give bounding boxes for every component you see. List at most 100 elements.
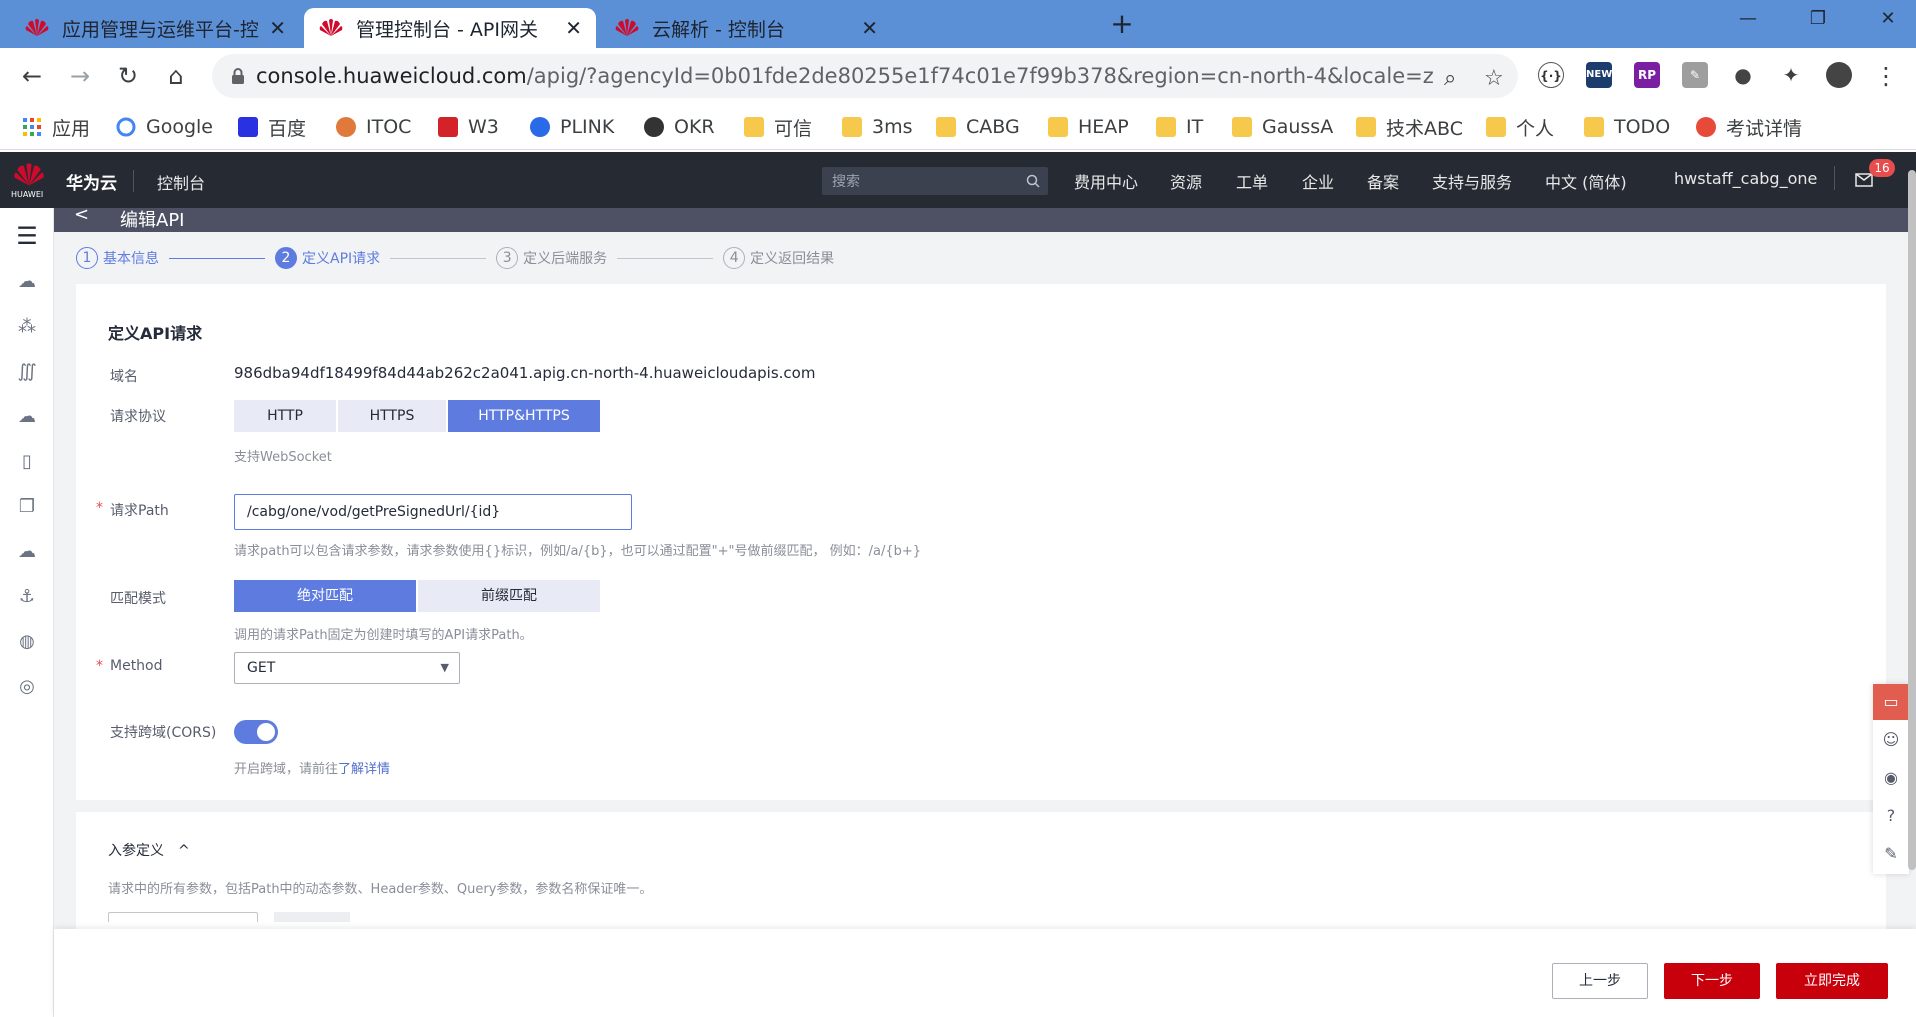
close-icon[interactable]: ✕ — [861, 16, 878, 40]
cloud-storage-icon[interactable]: ☁ — [13, 403, 41, 431]
nav-icp[interactable]: 备案 — [1367, 169, 1399, 193]
bookmark-folder[interactable]: 可信 — [744, 112, 812, 142]
extensions-puzzle-icon[interactable]: ✦ — [1778, 62, 1804, 88]
vertical-scrollbar[interactable] — [1908, 170, 1916, 870]
ext-pdf-icon[interactable]: ✎ — [1682, 62, 1708, 88]
bookmark-label: 个人 — [1516, 117, 1555, 140]
step-define-request[interactable]: 2 定义API请求 — [275, 247, 380, 269]
headset-icon[interactable]: ◉ — [1873, 760, 1909, 796]
browser-tab[interactable]: 应用管理与运维平台-控制台 ✕ — [10, 8, 300, 48]
close-icon[interactable]: ✕ — [565, 16, 582, 40]
match-option-exact[interactable]: 绝对匹配 — [234, 580, 416, 612]
bookmark-folder[interactable]: TODO — [1584, 112, 1670, 142]
ext-braces-icon[interactable]: {·} — [1538, 62, 1564, 88]
cloud-icon[interactable]: ☁ — [13, 268, 41, 296]
minimize-icon[interactable]: — — [1728, 8, 1768, 32]
bookmark-okr[interactable]: OKR — [644, 112, 715, 142]
previous-step-button[interactable]: 上一步 — [1552, 963, 1648, 999]
copy-icon[interactable]: ❐ — [13, 493, 41, 521]
bookmark-plink[interactable]: PLINK — [530, 112, 614, 142]
console-link[interactable]: 控制台 — [157, 170, 205, 194]
bookmark-baidu[interactable]: 百度 — [238, 112, 306, 142]
ext-new-icon[interactable]: NEW — [1586, 62, 1612, 88]
zoom-icon[interactable]: ⌕ — [1444, 66, 1456, 91]
chevron-up-icon[interactable]: ^ — [178, 843, 190, 859]
window-close-icon[interactable]: ✕ — [1868, 8, 1908, 32]
anchor-icon[interactable]: ⚓ — [13, 583, 41, 611]
profile-avatar[interactable] — [1826, 62, 1852, 88]
cloud-sync-icon[interactable]: ☁ — [13, 538, 41, 566]
bookmark-folder[interactable]: HEAP — [1048, 112, 1129, 142]
smile-icon[interactable]: ☺ — [1873, 722, 1909, 758]
protocol-option-http[interactable]: HTTP — [234, 400, 336, 432]
close-icon[interactable]: ✕ — [269, 16, 286, 40]
bookmark-folder[interactable]: GaussA — [1232, 112, 1333, 142]
bookmark-w3[interactable]: W3 — [438, 112, 499, 142]
step-define-response[interactable]: 4 定义返回结果 — [723, 247, 834, 269]
divider — [1834, 166, 1835, 190]
back-icon[interactable]: ← — [16, 60, 48, 92]
cors-learn-more-link[interactable]: 了解详情 — [338, 762, 390, 777]
bookmark-folder[interactable]: IT — [1156, 112, 1203, 142]
bookmark-itoc[interactable]: ITOC — [336, 112, 411, 142]
import-button[interactable] — [274, 912, 350, 922]
bookmark-exam[interactable]: 考试详情 — [1696, 112, 1802, 142]
request-path-input[interactable] — [234, 494, 632, 530]
bookmark-apps[interactable]: 应用 — [22, 112, 90, 142]
nav-billing[interactable]: 费用中心 — [1074, 169, 1138, 193]
nav-support[interactable]: 支持与服务 — [1432, 169, 1512, 193]
restore-icon[interactable]: ❐ — [1798, 8, 1838, 32]
huawei-logo-icon[interactable] — [12, 162, 46, 188]
console-search-input[interactable]: 搜索 — [822, 167, 1048, 195]
protocol-option-http-https[interactable]: HTTP&HTTPS — [448, 400, 600, 432]
bookmark-folder[interactable]: 3ms — [842, 112, 913, 142]
next-step-button[interactable]: 下一步 — [1664, 963, 1760, 999]
cors-toggle[interactable] — [234, 720, 278, 744]
nav-resources[interactable]: 资源 — [1170, 169, 1202, 193]
document-icon[interactable]: ▯ — [13, 448, 41, 476]
bookmark-google[interactable]: Google — [116, 112, 213, 142]
help-icon[interactable]: ? — [1873, 798, 1909, 834]
nav-tickets[interactable]: 工单 — [1236, 169, 1268, 193]
nav-enterprise[interactable]: 企业 — [1302, 169, 1334, 193]
back-arrow-icon[interactable]: < — [74, 204, 89, 225]
message-icon[interactable] — [1855, 173, 1873, 187]
cluster-icon[interactable]: ⁂ — [13, 313, 41, 341]
nav-username[interactable]: hwstaff_cabg_one — [1674, 169, 1817, 188]
bookmark-folder[interactable]: CABG — [936, 112, 1020, 142]
menu-icon[interactable]: ⋮ — [1870, 60, 1902, 92]
browser-tab[interactable]: 云解析 - 控制台 ✕ — [600, 8, 892, 48]
ext-circle-icon[interactable]: ● — [1730, 62, 1756, 88]
protocol-option-https[interactable]: HTTPS — [338, 400, 446, 432]
bookmark-folder[interactable]: 技术ABC — [1356, 112, 1463, 142]
hamburger-menu-icon[interactable]: ☰ — [13, 222, 41, 250]
folder-icon — [1584, 117, 1604, 137]
home-icon[interactable]: ⌂ — [160, 60, 192, 92]
browser-tab-active[interactable]: 管理控制台 - API网关 ✕ — [304, 8, 596, 48]
finish-now-button[interactable]: 立即完成 — [1776, 963, 1888, 999]
ext-rp-icon[interactable]: RP — [1634, 62, 1660, 88]
bookmark-folder[interactable]: 个人 — [1486, 112, 1554, 142]
nav-language[interactable]: 中文 (简体) — [1545, 169, 1627, 193]
star-icon[interactable]: ☆ — [1484, 66, 1504, 91]
forward-icon[interactable]: → — [64, 60, 96, 92]
params-title[interactable]: 入参定义 ^ — [108, 840, 190, 860]
method-select[interactable]: GET ▼ — [234, 652, 460, 684]
add-param-button[interactable] — [108, 912, 258, 922]
wave-icon[interactable]: ∭ — [13, 358, 41, 386]
step-define-backend[interactable]: 3 定义后端服务 — [496, 247, 607, 269]
settings-circle-icon[interactable]: ◎ — [13, 673, 41, 701]
brand-name[interactable]: 华为云 — [66, 169, 117, 194]
edit-icon[interactable]: ✎ — [1873, 836, 1909, 872]
divider — [133, 170, 134, 192]
search-icon[interactable] — [1026, 174, 1040, 188]
address-bar[interactable]: console.huaweicloud.com/apig/?agencyId=0… — [212, 54, 1518, 98]
chat-icon[interactable]: ▭ — [1873, 684, 1909, 720]
globe-icon[interactable]: ◍ — [13, 628, 41, 656]
match-option-prefix[interactable]: 前缀匹配 — [418, 580, 600, 612]
reload-icon[interactable]: ↻ — [112, 60, 144, 92]
browser-tab-strip: 应用管理与运维平台-控制台 ✕ 管理控制台 - API网关 ✕ 云解析 - 控制… — [0, 0, 1916, 48]
step-basic-info[interactable]: 1 基本信息 — [76, 247, 159, 269]
bookmark-label: ITOC — [366, 116, 412, 138]
new-tab-button[interactable]: + — [1106, 8, 1138, 40]
